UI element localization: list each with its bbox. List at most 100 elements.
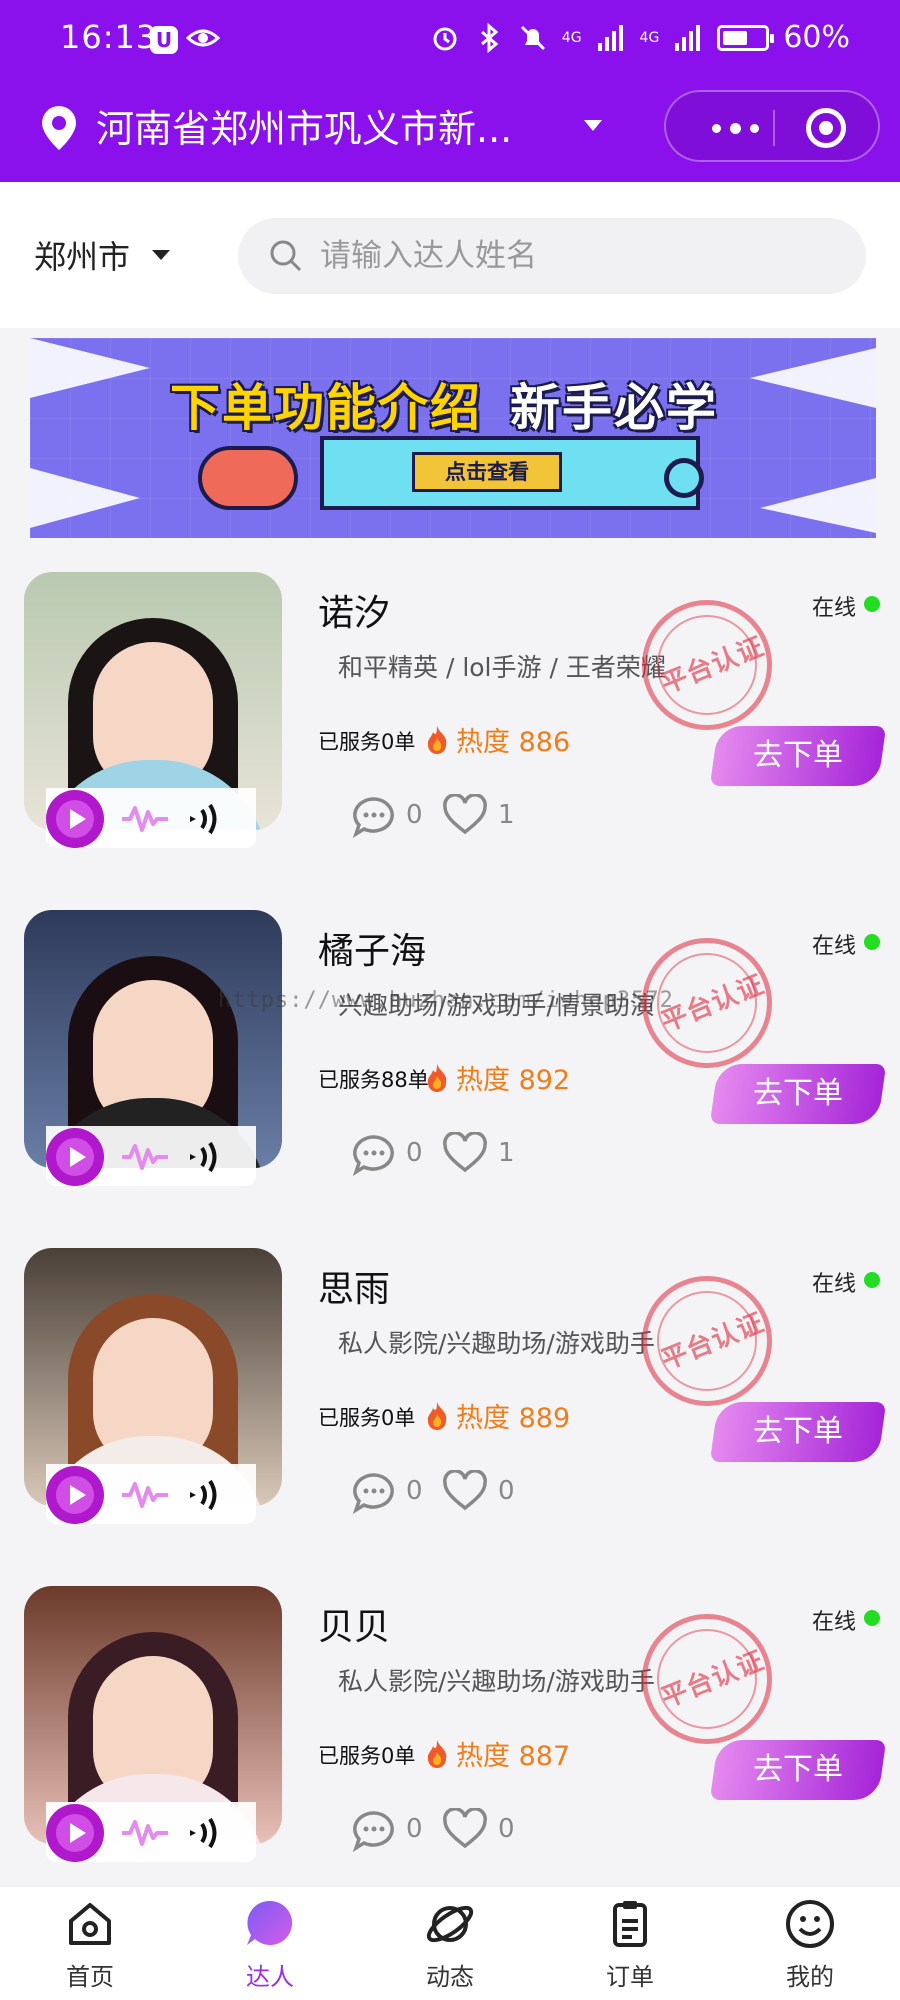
tab-talent[interactable]: 达人 bbox=[180, 1887, 360, 2000]
play-icon[interactable] bbox=[46, 1128, 104, 1186]
like-count: 1 bbox=[498, 1138, 515, 1168]
flame-icon bbox=[427, 1064, 447, 1092]
waveform-icon bbox=[122, 806, 168, 832]
served-count: 已服务0单 bbox=[318, 1744, 416, 1768]
heat-value: 热度 892 bbox=[456, 1058, 570, 1097]
talent-card[interactable]: 贝贝 私人影院/兴趣助场/游戏助手 在线 平台认证 已服务0单 热度 887 去… bbox=[0, 1574, 900, 1904]
heart-icon[interactable] bbox=[442, 1470, 488, 1512]
search-row: 郑州市 bbox=[0, 182, 900, 328]
bluetooth-icon bbox=[480, 22, 499, 53]
served-count: 已服务88单 bbox=[318, 1068, 429, 1092]
speaker-icon[interactable] bbox=[186, 1814, 230, 1852]
comment-count: 0 bbox=[406, 1814, 423, 1844]
order-button-label: 去下单 bbox=[753, 738, 843, 773]
order-button[interactable]: 去下单 bbox=[709, 1740, 887, 1800]
heat-value: 热度 889 bbox=[456, 1396, 570, 1435]
capsule-divider bbox=[773, 110, 775, 146]
location-text[interactable]: 河南省郑州市巩义市新... bbox=[96, 98, 512, 153]
comment-icon[interactable] bbox=[352, 1472, 396, 1514]
tab-home[interactable]: 首页 bbox=[0, 1887, 180, 2000]
talent-card[interactable]: 诺汐 和平精英 / lol手游 / 王者荣耀 在线 平台认证 已服务0单 热度 … bbox=[0, 560, 900, 890]
talent-tags: 私人影院/兴趣助场/游戏助手 bbox=[338, 1329, 655, 1358]
planet-icon bbox=[426, 1905, 474, 1943]
online-dot bbox=[864, 1610, 880, 1626]
magnifier-icon bbox=[664, 458, 704, 498]
talent-tags: 和平精英 / lol手游 / 王者荣耀 bbox=[338, 653, 666, 682]
caret-down-icon[interactable] bbox=[152, 250, 170, 260]
voice-player bbox=[46, 1126, 256, 1186]
shield-app-icon: U bbox=[150, 26, 178, 54]
tab-orders[interactable]: 订单 bbox=[540, 1887, 720, 2000]
comment-icon[interactable] bbox=[352, 1810, 396, 1852]
tab-feed[interactable]: 动态 bbox=[360, 1887, 540, 2000]
flame-icon bbox=[427, 1740, 447, 1768]
stamp-text: 平台认证 bbox=[657, 631, 769, 700]
heart-icon[interactable] bbox=[442, 1808, 488, 1850]
more-icon[interactable] bbox=[696, 110, 776, 146]
clipboard-icon bbox=[613, 1901, 647, 1947]
waveform-icon bbox=[122, 1482, 168, 1508]
online-status: 在线 bbox=[811, 1272, 856, 1297]
voice-player bbox=[46, 788, 256, 848]
like-count: 1 bbox=[498, 800, 515, 830]
close-target-icon[interactable] bbox=[806, 108, 846, 148]
home-icon bbox=[69, 1903, 111, 1945]
banner-screen: 点击查看 bbox=[320, 436, 700, 510]
comment-count: 0 bbox=[406, 800, 423, 830]
speaker-icon[interactable] bbox=[186, 1476, 230, 1514]
talent-tags: 私人影院/兴趣助场/游戏助手 bbox=[338, 1667, 655, 1696]
signal-icon bbox=[597, 24, 623, 51]
heat-label: 热度 bbox=[456, 727, 510, 758]
online-dot bbox=[864, 596, 880, 612]
verified-stamp: 平台认证 bbox=[642, 1614, 772, 1744]
order-button[interactable]: 去下单 bbox=[709, 1402, 887, 1462]
tab-profile[interactable]: 我的 bbox=[720, 1887, 900, 2000]
talent-name: 思雨 bbox=[318, 1269, 391, 1310]
mini-program-capsule bbox=[664, 90, 880, 162]
heart-icon[interactable] bbox=[442, 794, 488, 836]
caret-down-icon[interactable] bbox=[584, 120, 602, 131]
eye-icon bbox=[186, 29, 220, 47]
promo-banner[interactable]: 下单功能介绍 新手必学 点击查看 bbox=[30, 338, 876, 538]
stamp-text: 平台认证 bbox=[657, 1645, 769, 1714]
heart-icon[interactable] bbox=[442, 1132, 488, 1174]
play-icon[interactable] bbox=[46, 1466, 104, 1524]
gamepad-icon bbox=[198, 446, 298, 510]
talent-name: 橘子海 bbox=[318, 931, 427, 972]
speaker-icon[interactable] bbox=[186, 800, 230, 838]
search-icon bbox=[270, 240, 302, 272]
online-status: 在线 bbox=[811, 1610, 856, 1635]
comment-icon[interactable] bbox=[352, 796, 396, 838]
speaker-icon[interactable] bbox=[186, 1138, 230, 1176]
served-count: 已服务0单 bbox=[318, 1406, 416, 1430]
play-icon[interactable] bbox=[46, 790, 104, 848]
talent-card[interactable]: 思雨 私人影院/兴趣助场/游戏助手 在线 平台认证 已服务0单 热度 889 去… bbox=[0, 1236, 900, 1566]
flame-icon bbox=[427, 1402, 447, 1430]
smiley-icon bbox=[786, 1900, 834, 1948]
search-input[interactable] bbox=[320, 218, 840, 294]
location-pin-icon[interactable] bbox=[38, 104, 80, 152]
battery-icon bbox=[717, 24, 775, 51]
heat-label: 热度 bbox=[456, 1065, 510, 1096]
verified-stamp: 平台认证 bbox=[642, 600, 772, 730]
order-button-label: 去下单 bbox=[753, 1076, 843, 1111]
heat-number: 889 bbox=[518, 1403, 571, 1434]
city-selector[interactable]: 郑州市 bbox=[34, 232, 130, 278]
status-time: 16:13 bbox=[60, 18, 158, 56]
bottom-tab-bar: 首页 达人 动态 订单 我的 bbox=[0, 1886, 900, 2000]
heat-number: 887 bbox=[518, 1741, 571, 1772]
order-button-label: 去下单 bbox=[753, 1752, 843, 1787]
banner-view-button[interactable]: 点击查看 bbox=[412, 452, 562, 492]
play-icon[interactable] bbox=[46, 1804, 104, 1862]
voice-player bbox=[46, 1802, 256, 1862]
order-button[interactable]: 去下单 bbox=[709, 1064, 887, 1124]
talent-name: 诺汐 bbox=[318, 593, 391, 634]
comment-icon[interactable] bbox=[352, 1134, 396, 1176]
heat-number: 892 bbox=[518, 1065, 571, 1096]
comment-count: 0 bbox=[406, 1476, 423, 1506]
talent-card[interactable]: 橘子海 兴趣助场/游戏助手/情景助演 在线 平台认证 已服务88单 热度 892… bbox=[0, 898, 900, 1228]
order-button[interactable]: 去下单 bbox=[709, 726, 887, 786]
online-dot bbox=[864, 934, 880, 950]
online-dot bbox=[864, 1272, 880, 1288]
order-button-label: 去下单 bbox=[753, 1414, 843, 1449]
